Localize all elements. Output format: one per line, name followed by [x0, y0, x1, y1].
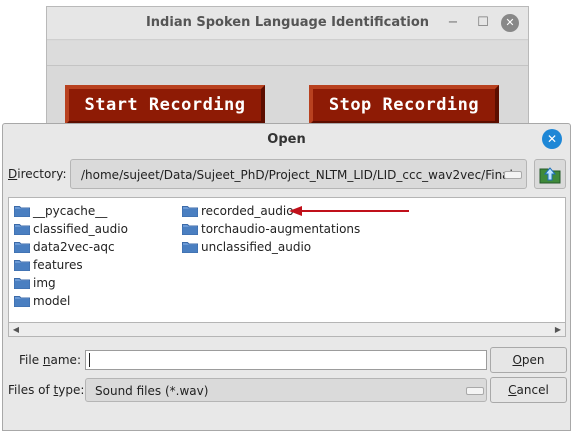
open-button[interactable]: Open — [490, 347, 567, 373]
filetype-combo[interactable]: Sound files (*.wav) — [85, 378, 487, 402]
folder-icon — [182, 242, 198, 253]
folder-icon — [182, 224, 198, 235]
folder-up-button[interactable] — [534, 159, 566, 189]
file-name: __pycache__ — [33, 204, 108, 218]
maximize-icon[interactable]: ☐ — [474, 14, 492, 32]
directory-value: /home/sujeet/Data/Sujeet_PhD/Project_NLT… — [81, 168, 513, 182]
open-dialog: Open ✕ Directory: /home/sujeet/Data/Suje… — [2, 123, 571, 431]
stop-recording-button[interactable]: Stop Recording — [309, 85, 499, 125]
folder-up-icon — [539, 167, 561, 184]
filename-label-post: ame: — [50, 353, 81, 367]
folder-icon — [14, 260, 30, 271]
filetype-value: Sound files (*.wav) — [95, 384, 209, 398]
cancel-label-text: ancel — [516, 383, 549, 397]
file-name: recorded_audio — [201, 204, 294, 218]
cancel-button[interactable]: Cancel — [490, 377, 567, 403]
cancel-label-mnemonic: C — [508, 383, 517, 397]
main-menubar — [47, 41, 528, 66]
annotation-arrow-icon — [289, 206, 409, 216]
combo-handle-icon — [504, 171, 522, 179]
close-icon[interactable]: ✕ — [501, 14, 519, 32]
file-name: img — [33, 276, 56, 290]
text-caret — [89, 353, 90, 367]
dialog-titlebar: Open ✕ — [3, 124, 570, 154]
folder-icon — [14, 278, 30, 289]
directory-label-mnemonic: D — [8, 167, 18, 181]
dialog-close-icon[interactable]: ✕ — [542, 129, 562, 149]
scroll-left-icon[interactable]: ◀ — [11, 325, 21, 335]
filetype-label-pre: Files of — [8, 383, 54, 397]
filetype-label: Files of type: — [8, 383, 84, 397]
file-name: model — [33, 294, 71, 308]
folder-icon — [14, 224, 30, 235]
folder-icon — [14, 296, 30, 307]
folder-icon — [14, 206, 30, 217]
directory-combo[interactable]: /home/sujeet/Data/Sujeet_PhD/Project_NLT… — [70, 159, 527, 189]
file-name: features — [33, 258, 83, 272]
file-name: classified_audio — [33, 222, 128, 236]
folder-icon — [14, 242, 30, 253]
file-name: data2vec-aqc — [33, 240, 115, 254]
directory-label-text: irectory: — [17, 167, 67, 181]
file-name: torchaudio-augmentations — [201, 222, 361, 236]
dialog-title: Open — [267, 132, 306, 147]
combo-handle-icon — [466, 387, 484, 395]
filename-label-pre: File — [19, 353, 43, 367]
horizontal-scrollbar[interactable]: ◀ ▶ — [8, 322, 566, 337]
start-recording-button[interactable]: Start Recording — [65, 85, 265, 125]
directory-label: Directory: — [8, 167, 67, 181]
filename-label: File name: — [19, 353, 81, 367]
filename-label-mnemonic: n — [42, 353, 51, 367]
file-list[interactable]: __pycache__ classified_audio data2vec-aqc f… — [8, 197, 566, 337]
scroll-right-icon[interactable]: ▶ — [553, 325, 563, 335]
main-titlebar: Indian Spoken Language Identification − … — [47, 7, 528, 40]
filetype-label-post: ype: — [58, 383, 85, 397]
file-name: unclassified_audio — [201, 240, 312, 254]
open-label-mnemonic: O — [512, 353, 522, 367]
open-label-text: pen — [521, 353, 545, 367]
filename-input[interactable] — [85, 350, 487, 370]
minimize-icon[interactable]: − — [444, 14, 462, 32]
folder-icon — [182, 206, 198, 217]
